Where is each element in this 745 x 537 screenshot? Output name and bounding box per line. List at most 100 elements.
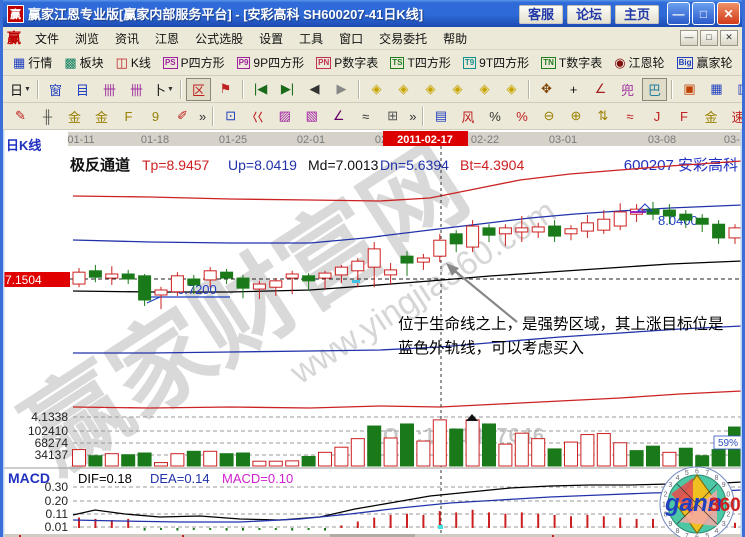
prev-bar-icon[interactable]: ◀ (302, 78, 327, 101)
customer-service-button[interactable]: 客服 (519, 5, 563, 24)
menu-item-4[interactable]: 公式选股 (187, 28, 251, 49)
blocks-button[interactable]: ▩板块 (59, 52, 108, 73)
gold-grid2-icon[interactable]: 金 (89, 105, 114, 128)
t-square-button[interactable]: TST四方形 (385, 52, 456, 73)
pencil-icon[interactable]: ✎ (8, 105, 33, 128)
marker-dropdown[interactable]: 卜▼ (151, 78, 176, 101)
hand-tool-icon[interactable]: ✥ (534, 78, 559, 101)
shrink-right-icon[interactable]: ◈ (391, 78, 416, 101)
box-tool-icon[interactable]: ⊡ (218, 105, 243, 128)
doc-close-button[interactable]: ✕ (720, 30, 738, 46)
t-number-button[interactable]: TNT数字表 (536, 52, 607, 73)
first-bar-icon[interactable]: |◀ (248, 78, 273, 101)
cycle-tool-icon[interactable]: 巴 (642, 78, 667, 101)
zoom-in-icon[interactable]: ◈ (472, 78, 497, 101)
expand-horizontal-icon[interactable]: ◈ (418, 78, 443, 101)
homepage-button[interactable]: 主页 (615, 5, 659, 24)
prev-bar-icon: ◀ (310, 81, 320, 97)
winner-wheel-button[interactable]: Big赢家轮 (672, 52, 738, 73)
t9-square-button[interactable]: T99T四方形 (458, 52, 534, 73)
toolbar-overflow-icon[interactable]: » (196, 109, 209, 124)
gann-wheel-button[interactable]: ◉江恩轮 (609, 52, 669, 73)
last-bar-icon[interactable]: ▶| (275, 78, 300, 101)
doc-minimize-button[interactable]: — (680, 30, 698, 46)
p9-square-button[interactable]: P99P四方形 (232, 52, 309, 73)
minimize-button[interactable]: — (667, 2, 690, 25)
f-angle-icon[interactable]: F (671, 105, 696, 128)
info-list-icon[interactable]: 目 (70, 78, 95, 101)
crosshair-tool-icon[interactable]: + (561, 78, 586, 101)
red-frame-icon[interactable]: 区 (186, 78, 211, 101)
gann-head-icon[interactable]: 兜 (615, 78, 640, 101)
menu-item-6[interactable]: 工具 (291, 28, 331, 49)
volume-bar (466, 420, 479, 466)
candle-body (155, 290, 167, 295)
wave-line-icon[interactable]: ≈ (617, 105, 642, 128)
hash-rule-icon[interactable]: ╫ (35, 105, 60, 128)
menu-item-5[interactable]: 设置 (251, 28, 291, 49)
candle-body (237, 278, 249, 288)
period-day-dropdown[interactable]: 日▼ (8, 78, 33, 101)
kline-button[interactable]: ◫K线 (111, 52, 156, 73)
gold-updown-icon[interactable]: ⇅ (590, 105, 615, 128)
volume-bar (532, 439, 545, 466)
menu-item-8[interactable]: 交易委托 (371, 28, 435, 49)
toolbar-overflow-icon[interactable]: » (738, 55, 745, 70)
candle-body (663, 210, 675, 216)
p-number-button[interactable]: PNP数字表 (311, 52, 383, 73)
chart-small9-icon[interactable]: 卌 (124, 78, 149, 101)
gold-circle1-icon[interactable]: ⊖ (536, 105, 561, 128)
menu-item-3[interactable]: 江恩 (147, 28, 187, 49)
time-square-icon[interactable]: ▧ (299, 105, 324, 128)
candle-body (171, 276, 183, 292)
quotes-button[interactable]: ▦行情 (8, 52, 57, 73)
grid-tool-icon[interactable]: ⊞ (380, 105, 405, 128)
speed-angle-icon[interactable]: 速 (725, 105, 745, 128)
chart-area[interactable]: 赢家财富网www.yingjia360.comQQ:173145764601-1… (3, 130, 742, 537)
calculator-icon[interactable]: ▦ (704, 78, 729, 101)
zoom-out-icon[interactable]: ◈ (499, 78, 524, 101)
doc-restore-button[interactable]: □ (700, 30, 718, 46)
volume-bar (171, 454, 184, 466)
candle-body (581, 223, 593, 231)
gold-circle2-icon[interactable]: ⊕ (563, 105, 588, 128)
f-grid-icon[interactable]: F (116, 105, 141, 128)
gann-fan-icon[interactable]: 巜 (245, 105, 270, 128)
menu-item-9[interactable]: 帮助 (435, 28, 475, 49)
next-bar-icon[interactable]: ▶ (329, 78, 354, 101)
calendar-icon[interactable]: ▣ (677, 78, 702, 101)
angle-tool-icon[interactable]: ∠ (588, 78, 613, 101)
marker-pen-icon[interactable]: ✐ (170, 105, 195, 128)
shrink-horizontal-icon[interactable]: ◈ (445, 78, 470, 101)
forum-button[interactable]: 论坛 (567, 5, 611, 24)
j-angle-icon[interactable]: J (644, 105, 669, 128)
notebook-icon[interactable]: ▥ (731, 78, 745, 101)
percent-icon[interactable]: % (482, 105, 507, 128)
nine-grid-icon[interactable]: 9 (143, 105, 168, 128)
stats-icon[interactable]: ▤ (428, 105, 453, 128)
svg-text:8: 8 (676, 528, 680, 535)
date-tick-label: 01-25 (219, 134, 247, 146)
price-square-icon[interactable]: ▨ (272, 105, 297, 128)
close-button[interactable]: ✕ (717, 2, 740, 25)
angle-line-icon[interactable]: ∠ (326, 105, 351, 128)
menu-item-2[interactable]: 资讯 (107, 28, 147, 49)
maximize-button[interactable]: □ (692, 2, 715, 25)
wind-percent-icon[interactable]: 风 (455, 105, 480, 128)
zigzag-icon[interactable]: ≈ (353, 105, 378, 128)
gold-angle-icon[interactable]: 金 (698, 105, 723, 128)
drawing-toolbar: ✎╫金金F9✐»⊡巜▨▧∠≈⊞»▤风%%⊖⊕⇅≈JF金速顶乙 (3, 103, 742, 130)
menu-item-7[interactable]: 窗口 (331, 28, 371, 49)
flag-icon[interactable]: ⚑ (213, 78, 238, 101)
gold-grid1-icon[interactable]: 金 (62, 105, 87, 128)
chart-small3-icon[interactable]: 卌 (97, 78, 122, 101)
menu-item-1[interactable]: 浏览 (67, 28, 107, 49)
percent-red-icon[interactable]: % (509, 105, 534, 128)
shrink-left-icon[interactable]: ◈ (364, 78, 389, 101)
candle-body (549, 226, 561, 236)
p-square-button[interactable]: PSP四方形 (158, 52, 230, 73)
angle-line-icon: ∠ (333, 108, 345, 124)
menu-item-0[interactable]: 文件 (27, 28, 67, 49)
window-layout-icon[interactable]: 窗 (43, 78, 68, 101)
toolbar-overflow-icon[interactable]: » (406, 109, 419, 124)
